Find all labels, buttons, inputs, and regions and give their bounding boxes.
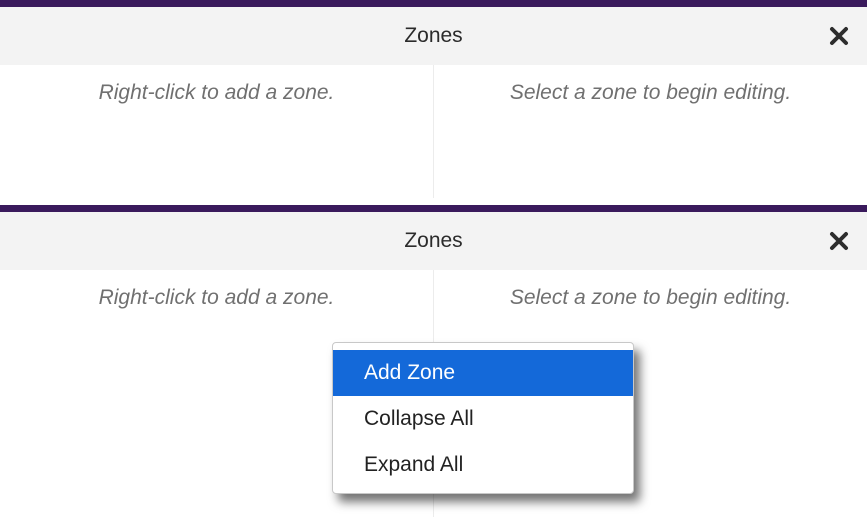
zone-editor-hint: Select a zone to begin editing. — [509, 286, 792, 309]
close-icon — [830, 27, 848, 45]
zones-panel: Zones Right-click to add a zone. Select … — [0, 0, 867, 198]
panel-titlebar: Zones — [0, 7, 867, 65]
panel-title: Zones — [404, 24, 463, 47]
menu-item-expand-all[interactable]: Expand All — [333, 442, 633, 488]
panel-title: Zones — [404, 229, 463, 252]
zone-list-pane[interactable]: Right-click to add a zone. — [0, 65, 434, 198]
menu-item-add-zone[interactable]: Add Zone — [333, 350, 633, 396]
zones-stage: Zones Right-click to add a zone. Select … — [0, 0, 867, 517]
close-button[interactable] — [825, 227, 853, 255]
menu-item-collapse-all[interactable]: Collapse All — [333, 396, 633, 442]
panel-body: Right-click to add a zone. Select a zone… — [0, 65, 867, 198]
zone-editor-hint: Select a zone to begin editing. — [509, 81, 792, 104]
zone-editor-pane: Select a zone to begin editing. — [434, 65, 867, 198]
context-menu: Add Zone Collapse All Expand All — [332, 342, 634, 494]
panel-titlebar: Zones — [0, 212, 867, 270]
close-icon — [830, 232, 848, 250]
zone-list-hint: Right-click to add a zone. — [98, 286, 335, 309]
close-button[interactable] — [825, 22, 853, 50]
zone-list-hint: Right-click to add a zone. — [98, 81, 335, 104]
